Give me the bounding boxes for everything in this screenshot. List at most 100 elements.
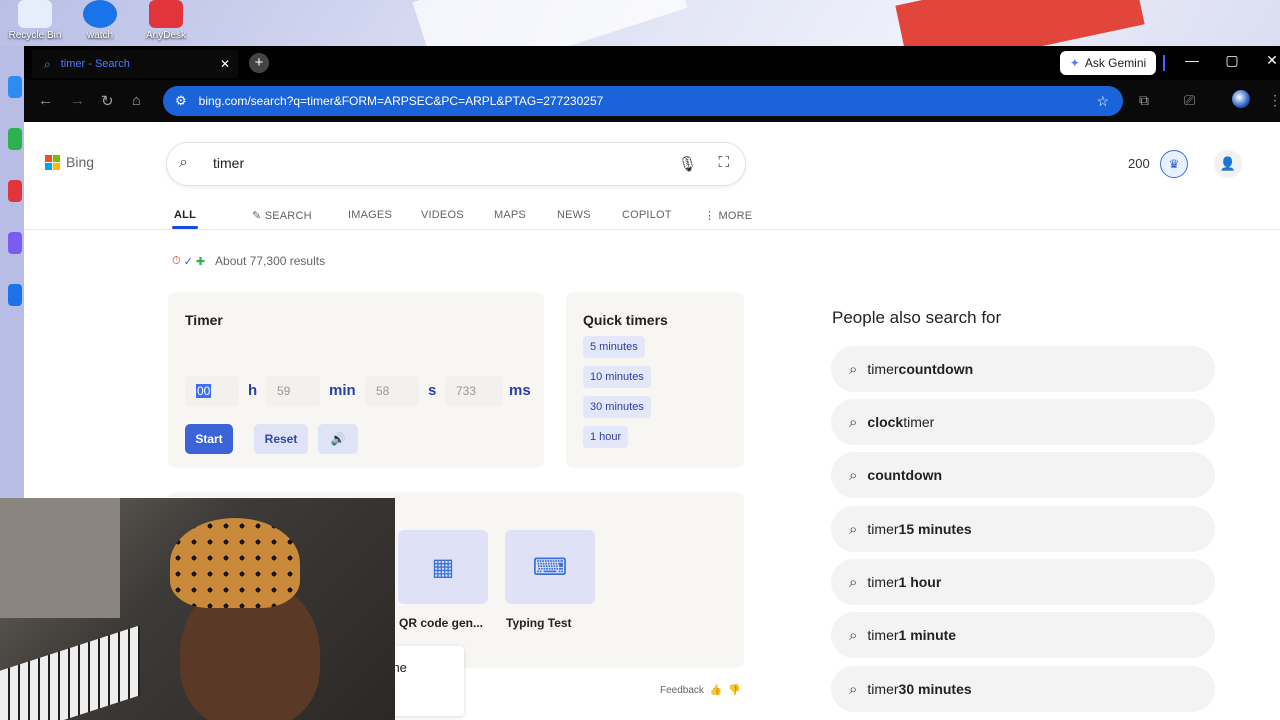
tab-news[interactable]: NEWS xyxy=(557,209,591,221)
timer-title: Timer xyxy=(185,312,223,328)
edge-icon xyxy=(83,0,117,28)
rewards-medal-icon[interactable]: ♛ xyxy=(1160,150,1188,178)
divider xyxy=(24,229,1280,230)
reset-button[interactable]: Reset xyxy=(254,424,308,454)
search-icon: ⌕ xyxy=(849,573,858,591)
milliseconds-field[interactable]: 733 xyxy=(445,376,503,406)
hours-field[interactable]: 00 xyxy=(185,376,239,406)
search-icon: ⌕ xyxy=(849,520,858,538)
stopwatch-icon: ⏱ xyxy=(172,254,181,267)
home-icon[interactable]: ⌂ xyxy=(132,92,141,109)
typing-test-tool-card[interactable]: ⌨ xyxy=(505,530,595,604)
search-icon: ⌕ xyxy=(849,626,858,644)
bing-favicon-icon: ⌕ xyxy=(44,56,51,71)
leopard-hat xyxy=(170,518,300,608)
browser-tab[interactable]: ⌕ timer - Search ✕ xyxy=(32,50,238,78)
visual-search-icon[interactable]: ⛶ xyxy=(718,154,729,171)
desktop-icon-anydesk[interactable]: AnyDesk xyxy=(131,0,201,41)
reload-icon[interactable]: ↻ xyxy=(101,92,114,110)
rewards-points[interactable]: 200 xyxy=(1128,156,1150,171)
copilot-search-icon: ✎ xyxy=(252,210,265,222)
close-window-icon[interactable]: ✕ xyxy=(1262,52,1280,69)
quick-timer-chip[interactable]: 5 minutes xyxy=(583,336,645,358)
bookmark-star-icon[interactable]: ☆ xyxy=(1096,93,1109,110)
feedback-row: Feedback 👍 👎 xyxy=(660,685,741,696)
related-search-item[interactable]: ⌕ clock timer xyxy=(831,399,1215,445)
keyboard-decor xyxy=(0,625,140,720)
sound-toggle-button[interactable]: 🔊 xyxy=(318,424,358,454)
thumbs-up-icon[interactable]: 👍 xyxy=(710,685,722,696)
seconds-unit: s xyxy=(428,382,437,399)
search-icon: ⌕ xyxy=(849,680,858,698)
address-bar[interactable]: ⚙ bing.com/search?q=timer&FORM=ARPSEC&PC… xyxy=(163,86,1123,116)
feedback-link[interactable]: Feedback xyxy=(660,685,704,696)
tool-name[interactable]: Typing Test xyxy=(506,616,572,630)
related-search-item[interactable]: ⌕ timer 1 minute xyxy=(831,612,1215,658)
tab-copilot[interactable]: COPILOT xyxy=(622,209,672,221)
desktop-icon-watch[interactable]: watch xyxy=(65,0,135,41)
ask-gemini-button[interactable]: ✦ Ask Gemini xyxy=(1060,51,1156,75)
forward-icon[interactable]: → xyxy=(70,92,85,109)
related-search-item[interactable]: ⌕ countdown xyxy=(831,452,1215,498)
anydesk-icon xyxy=(149,0,183,28)
back-icon[interactable]: ← xyxy=(38,92,53,109)
keyboard-icon: ⌨ xyxy=(532,553,568,581)
more-dots-icon: ⋮ xyxy=(704,210,719,222)
thumbs-down-icon[interactable]: 👎 xyxy=(728,685,740,696)
start-button[interactable]: Start xyxy=(185,424,233,454)
site-info-icon[interactable]: ⚙ xyxy=(175,93,187,109)
microsoft-logo-icon xyxy=(45,154,60,170)
qr-code-tool-card[interactable]: ▦ xyxy=(398,530,488,604)
bing-logo[interactable]: Bing xyxy=(45,154,94,170)
tab-more[interactable]: ⋮ MORE xyxy=(704,209,752,222)
divider xyxy=(1163,55,1165,71)
related-search-item[interactable]: ⌕ timer 1 hour xyxy=(831,559,1215,605)
microphone-icon[interactable]: 🎙 xyxy=(678,155,697,173)
recycle-bin-icon xyxy=(18,0,52,28)
search-box[interactable]: ⌕ 🎙 ⛶ xyxy=(166,142,746,186)
related-search-item[interactable]: ⌕ timer countdown xyxy=(831,346,1215,392)
search-icon: ⌕ xyxy=(849,466,858,484)
tab-maps[interactable]: MAPS xyxy=(494,209,526,221)
address-url: bing.com/search?q=timer&FORM=ARPSEC&PC=A… xyxy=(198,94,604,108)
reading-mode-icon[interactable]: ⎚ xyxy=(1184,92,1195,109)
qr-code-icon: ▦ xyxy=(431,553,455,581)
menu-kebab-icon[interactable]: ⋮ xyxy=(1268,92,1280,109)
webcam-overlay xyxy=(0,498,395,720)
search-icon: ⌕ xyxy=(849,413,858,431)
related-search-item[interactable]: ⌕ timer 15 minutes xyxy=(831,506,1215,552)
quick-timer-chip[interactable]: 1 hour xyxy=(583,426,629,448)
minutes-unit: min xyxy=(329,382,356,399)
search-input[interactable] xyxy=(211,154,655,172)
extensions-icon[interactable]: ⧉ xyxy=(1139,92,1149,109)
people-also-search-title: People also search for xyxy=(832,308,1002,327)
seconds-field[interactable]: 58 xyxy=(365,376,419,406)
milliseconds-unit: ms xyxy=(509,382,531,399)
tab-search[interactable]: ✎ SEARCH xyxy=(252,209,312,222)
quick-timers-title: Quick timers xyxy=(583,312,668,328)
desktop-side-icons xyxy=(0,46,24,506)
check-icon: ✓ xyxy=(183,255,193,268)
tab-all[interactable]: ALL xyxy=(174,209,196,221)
speaker-icon: 🔊 xyxy=(330,432,346,446)
related-search-item[interactable]: ⌕ timer 30 minutes xyxy=(831,666,1215,712)
results-count: ⏱ ✓ ✚ About 77,300 results xyxy=(172,254,326,268)
desktop-icon-recycle-bin[interactable]: Recycle Bin xyxy=(0,0,70,41)
minutes-field[interactable]: 59 xyxy=(266,376,320,406)
maximize-icon[interactable]: ▢ xyxy=(1222,52,1242,69)
close-tab-icon[interactable]: ✕ xyxy=(220,57,230,71)
tab-strip: ⌕ timer - Search ✕ + ✦ Ask Gemini — ▢ ✕ xyxy=(24,46,1280,80)
tab-images[interactable]: IMAGES xyxy=(348,209,392,221)
quick-timers-panel: Quick timers 5 minutes 10 minutes 30 min… xyxy=(566,292,744,468)
gemini-sparkle-icon: ✦ xyxy=(1069,56,1080,70)
quick-timer-chip[interactable]: 10 minutes xyxy=(583,366,651,388)
tab-videos[interactable]: VIDEOS xyxy=(421,209,464,221)
quick-timer-chip[interactable]: 30 minutes xyxy=(583,396,651,418)
browser-toolbar: ← → ↻ ⌂ ⚙ bing.com/search?q=timer&FORM=A… xyxy=(24,80,1280,122)
hours-unit: h xyxy=(248,382,258,399)
account-icon[interactable]: 👤 xyxy=(1214,150,1242,178)
minimize-icon[interactable]: — xyxy=(1182,52,1202,68)
new-tab-button[interactable]: + xyxy=(249,53,269,73)
profile-avatar[interactable] xyxy=(1232,90,1250,108)
tool-name[interactable]: QR code gen... xyxy=(399,616,483,630)
